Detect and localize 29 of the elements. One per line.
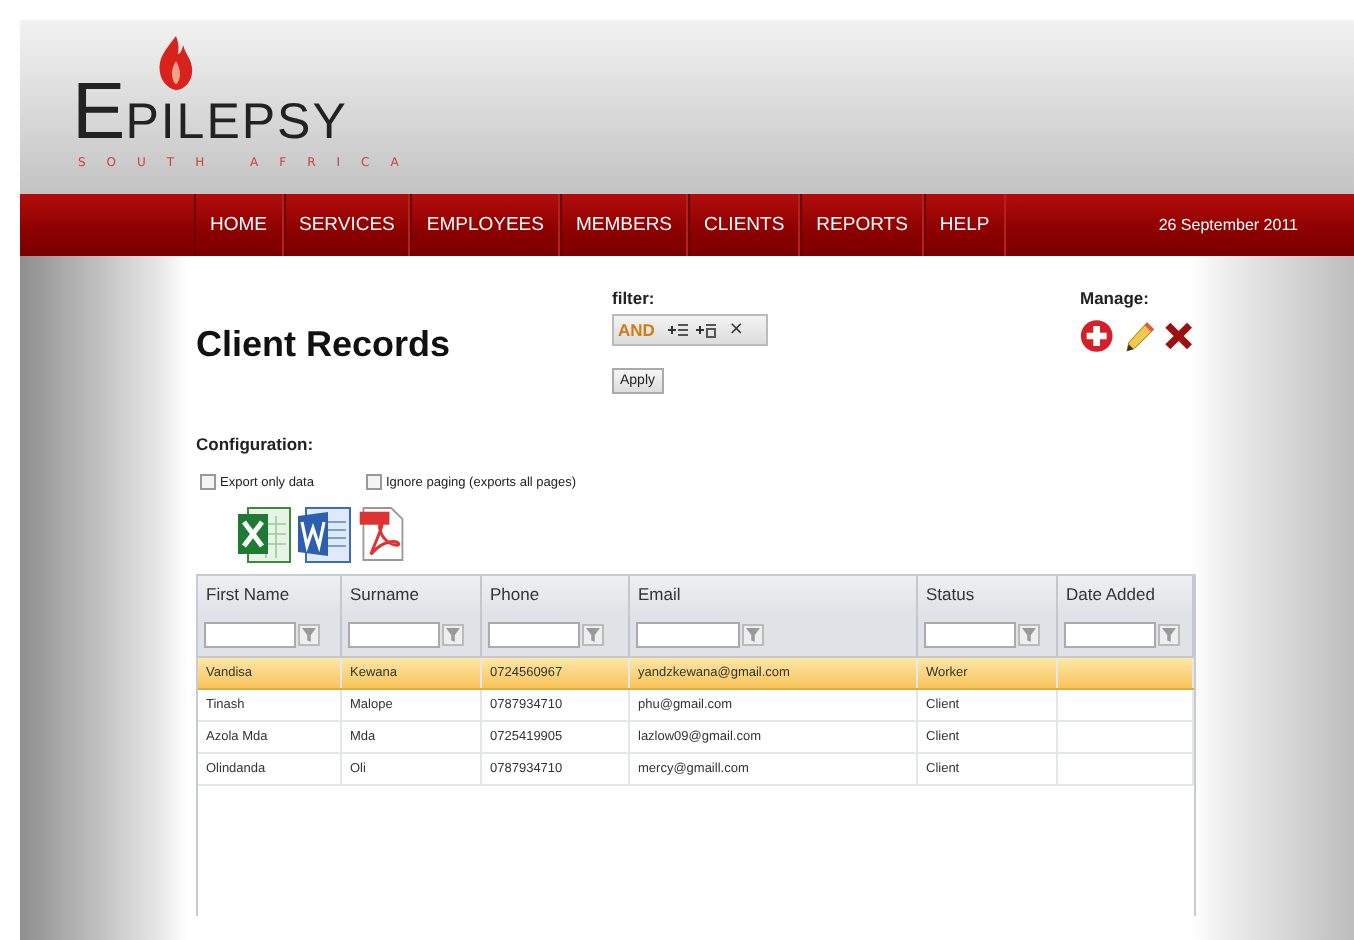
filter-button[interactable] (298, 624, 320, 646)
excel-icon[interactable] (236, 504, 292, 564)
filter-label: filter: (612, 288, 657, 308)
filter-button[interactable] (582, 624, 604, 646)
page-title: Client Records (196, 324, 453, 368)
flame-icon (158, 36, 194, 90)
logo-text: EPILEPSY (72, 72, 348, 152)
remove-button[interactable]: × (728, 320, 744, 340)
filter-button[interactable] (742, 624, 764, 646)
filter-button[interactable] (1158, 624, 1180, 646)
filter-button[interactable] (442, 624, 464, 646)
manage-label: Manage: (1080, 288, 1151, 308)
filter-button[interactable] (1018, 624, 1040, 646)
configuration-label: Configuration: (196, 434, 316, 454)
checkbox[interactable] (365, 474, 382, 490)
filter-field[interactable] (636, 622, 740, 648)
checkbox[interactable] (200, 474, 216, 490)
pdf-icon[interactable] (356, 504, 408, 564)
word-icon[interactable] (296, 504, 352, 564)
filter-field[interactable] (924, 622, 1016, 648)
add-icon[interactable] (1080, 316, 1114, 356)
add-expression-icon[interactable] (668, 322, 689, 338)
filter-field[interactable] (348, 622, 440, 648)
filter-field[interactable] (1064, 622, 1156, 648)
filter-field[interactable] (204, 622, 296, 648)
filter-field[interactable] (488, 622, 580, 648)
date-label: 26 September 2011 (1158, 216, 1298, 234)
add-group-icon[interactable] (696, 322, 717, 338)
pencil-icon[interactable] (1121, 316, 1155, 356)
